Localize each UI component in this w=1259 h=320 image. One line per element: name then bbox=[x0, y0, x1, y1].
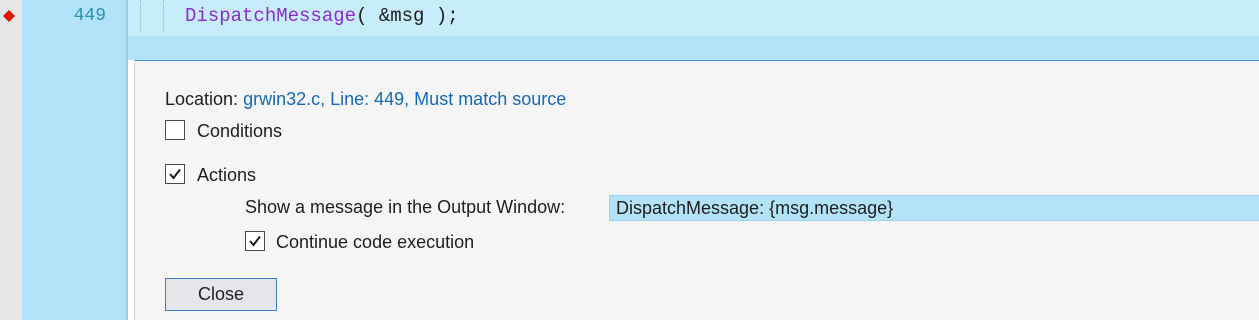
message-label: Show a message in the Output Window: bbox=[245, 197, 566, 217]
close-button[interactable]: Close bbox=[165, 278, 277, 311]
indent-guide bbox=[163, 0, 164, 32]
checkmark-icon bbox=[169, 168, 181, 180]
code-arguments: ( &msg ); bbox=[356, 5, 459, 27]
breakpoint-settings-panel: Location: grwin32.c, Line: 449, Must mat… bbox=[134, 60, 1259, 320]
checkmark-icon bbox=[249, 235, 261, 247]
actions-label[interactable]: Actions bbox=[197, 165, 256, 186]
location-row: Location: grwin32.c, Line: 449, Must mat… bbox=[165, 89, 566, 110]
breakpoint-action-icon[interactable] bbox=[3, 10, 15, 22]
location-label: Location: bbox=[165, 89, 239, 109]
continue-execution-checkbox[interactable] bbox=[245, 231, 265, 251]
continue-execution-label[interactable]: Continue code execution bbox=[276, 232, 474, 253]
glyph-margin[interactable] bbox=[0, 0, 22, 320]
indent-guide bbox=[140, 0, 141, 32]
message-input[interactable] bbox=[609, 195, 1259, 221]
code-text[interactable]: DispatchMessage( &msg ); bbox=[185, 5, 459, 27]
line-number-gutter: 449 bbox=[22, 0, 126, 320]
conditions-checkbox[interactable] bbox=[165, 120, 185, 140]
location-link[interactable]: grwin32.c, Line: 449, Must match source bbox=[243, 89, 566, 109]
actions-checkbox[interactable] bbox=[165, 164, 185, 184]
conditions-label[interactable]: Conditions bbox=[197, 121, 282, 142]
line-number: 449 bbox=[73, 6, 106, 26]
code-function-name: DispatchMessage bbox=[185, 5, 357, 27]
